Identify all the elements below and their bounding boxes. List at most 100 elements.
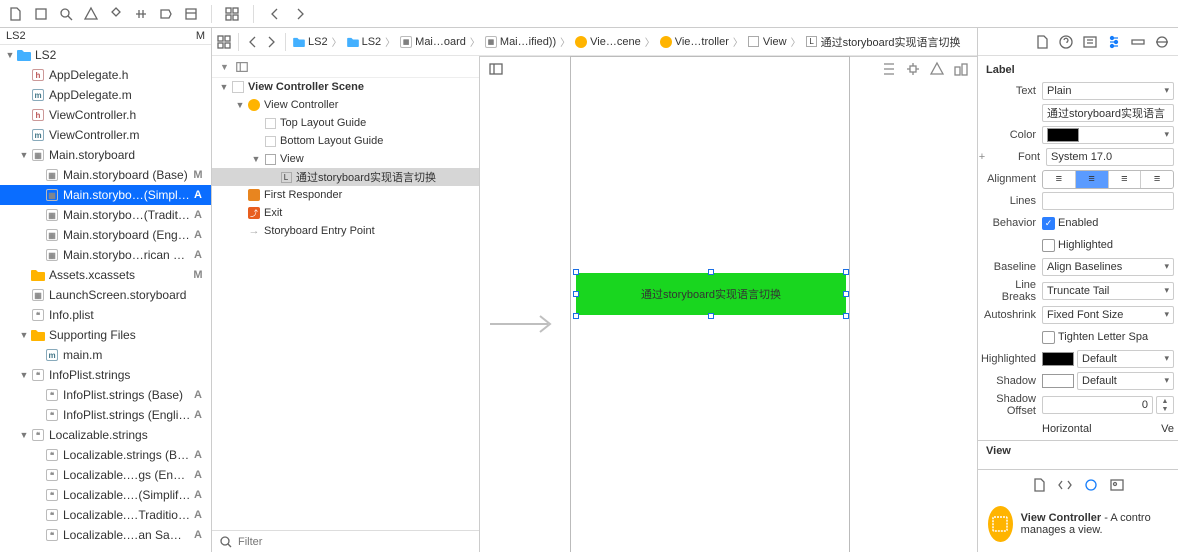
text-content-field[interactable]: 通过storyboard实现语言	[1042, 104, 1174, 122]
resize-handle[interactable]	[843, 313, 849, 319]
nav-item[interactable]: ❝Localizable.…Traditional))A	[0, 505, 211, 525]
nav-issue-icon[interactable]	[83, 6, 99, 22]
outline-item[interactable]: ▼View Controller	[212, 96, 479, 114]
baseline-dropdown[interactable]: Align Baselines	[1042, 258, 1174, 276]
align-icon[interactable]	[881, 61, 897, 77]
nav-report-icon[interactable]	[183, 6, 199, 22]
font-field[interactable]: System 17.0	[1046, 148, 1174, 166]
nav-files-icon[interactable]	[8, 6, 24, 22]
enabled-checkbox[interactable]: ✓	[1042, 217, 1055, 230]
color-dropdown[interactable]	[1042, 126, 1174, 144]
outline-item[interactable]: Top Layout Guide	[212, 114, 479, 132]
related-icon[interactable]	[216, 34, 232, 50]
shadow-offset-field[interactable]: 0	[1042, 396, 1153, 414]
outline-toggle-icon[interactable]	[488, 61, 504, 77]
code-snippet-icon[interactable]	[1057, 477, 1073, 493]
nav-item[interactable]: ▼❝Localizable.strings	[0, 425, 211, 445]
object-library-icon[interactable]	[1083, 477, 1099, 493]
resize-handle[interactable]	[708, 313, 714, 319]
outline-item[interactable]: ▼View Controller Scene	[212, 78, 479, 96]
linebreaks-dropdown[interactable]: Truncate Tail	[1042, 282, 1174, 300]
help-inspector-icon[interactable]	[1058, 34, 1074, 50]
filter-input[interactable]	[238, 536, 473, 548]
breadcrumb-item[interactable]: ▦Mai…ified))	[484, 35, 556, 49]
nav-item[interactable]: ▼❝InfoPlist.strings	[0, 365, 211, 385]
nav-item[interactable]: mAppDelegate.m	[0, 85, 211, 105]
nav-symbol-icon[interactable]	[33, 6, 49, 22]
resize-handle[interactable]	[573, 269, 579, 275]
resize-handle[interactable]	[708, 269, 714, 275]
highlighted-swatch[interactable]	[1042, 352, 1074, 366]
nav-item[interactable]: ▦Main.storybo…(Simplified))A	[0, 185, 211, 205]
nav-item[interactable]: ▦Main.storyboard (Base)M	[0, 165, 211, 185]
nav-break-icon[interactable]	[158, 6, 174, 22]
shadow-offset-stepper[interactable]: ▲▼	[1156, 396, 1174, 414]
breadcrumb-item[interactable]: ▦Mai…oard	[399, 35, 466, 49]
resize-icon[interactable]	[953, 61, 969, 77]
nav-item[interactable]: ❝Localizable.…(Simplified))A	[0, 485, 211, 505]
forward-icon[interactable]	[292, 6, 308, 22]
nav-item[interactable]: ▦Main.storyboard (English)A	[0, 225, 211, 245]
nav-search-icon[interactable]	[58, 6, 74, 22]
jump-bar[interactable]: LS2〉LS2〉▦Mai…oard〉▦Mai…ified))〉Vie…cene〉…	[212, 28, 977, 56]
breadcrumb-item[interactable]: L通过storyboard实现语言切换	[805, 34, 961, 50]
breadcrumb-item[interactable]: Vie…troller	[659, 35, 729, 49]
attributes-inspector-icon[interactable]	[1106, 34, 1122, 50]
nav-item[interactable]: Assets.xcassetsM	[0, 265, 211, 285]
connections-inspector-icon[interactable]	[1154, 34, 1170, 50]
outline-item[interactable]: L通过storyboard实现语言切换	[212, 168, 479, 186]
resize-handle[interactable]	[573, 313, 579, 319]
nav-item[interactable]: ❝InfoPlist.strings (Base)A	[0, 385, 211, 405]
nav-item[interactable]: mViewController.m	[0, 125, 211, 145]
nav-item[interactable]: hAppDelegate.h	[0, 65, 211, 85]
outline-filter[interactable]	[212, 530, 479, 552]
nav-test-icon[interactable]	[108, 6, 124, 22]
outline-item[interactable]: ⤴Exit	[212, 204, 479, 222]
outline-item[interactable]: ▼View	[212, 150, 479, 168]
back-icon[interactable]	[267, 6, 283, 22]
forward-icon[interactable]	[263, 34, 279, 50]
highlighted-checkbox[interactable]	[1042, 239, 1055, 252]
nav-item[interactable]: ▼Supporting Files	[0, 325, 211, 345]
outline-item[interactable]: Bottom Layout Guide	[212, 132, 479, 150]
file-template-icon[interactable]	[1031, 477, 1047, 493]
breadcrumb-item[interactable]: View	[747, 35, 787, 49]
resize-handle[interactable]	[573, 291, 579, 297]
back-icon[interactable]	[245, 34, 261, 50]
highlighted-dropdown[interactable]: Default	[1077, 350, 1174, 368]
tighten-checkbox[interactable]	[1042, 331, 1055, 344]
nav-item[interactable]: mmain.m	[0, 345, 211, 365]
nav-item[interactable]: ▦Main.storybo…(Traditional))A	[0, 205, 211, 225]
nav-debug-icon[interactable]	[133, 6, 149, 22]
breadcrumb-item[interactable]: LS2	[292, 35, 328, 49]
interface-builder-canvas[interactable]: 通过storyboard实现语言切换 w Any h Any	[480, 56, 977, 552]
shadow-swatch[interactable]	[1042, 374, 1074, 388]
shadow-dropdown[interactable]: Default	[1077, 372, 1174, 390]
nav-item[interactable]: ▼LS2	[0, 45, 211, 65]
nav-item[interactable]: ❝Localizable.…gs (English)A	[0, 465, 211, 485]
nav-item[interactable]: ❝Localizable.…an Samoa))A	[0, 525, 211, 545]
nav-item[interactable]: ❝Info.plist	[0, 305, 211, 325]
resize-handle[interactable]	[843, 291, 849, 297]
text-type-dropdown[interactable]: Plain	[1042, 82, 1174, 100]
related-items-icon[interactable]	[224, 6, 240, 22]
lines-field[interactable]	[1042, 192, 1174, 210]
breadcrumb-item[interactable]: Vie…cene	[574, 35, 641, 49]
nav-item[interactable]: hViewController.h	[0, 105, 211, 125]
identity-inspector-icon[interactable]	[1082, 34, 1098, 50]
autoshrink-dropdown[interactable]: Fixed Font Size	[1042, 306, 1174, 324]
alignment-segmented[interactable]: ≡≡≡≡	[1042, 170, 1174, 189]
breadcrumb-item[interactable]: LS2	[346, 35, 382, 49]
file-inspector-icon[interactable]	[1034, 34, 1050, 50]
inspector-tabs[interactable]	[978, 28, 1178, 56]
label-element[interactable]: 通过storyboard实现语言切换	[576, 273, 846, 315]
pin-icon[interactable]	[905, 61, 921, 77]
library-item[interactable]: View Controller - A contro manages a vie…	[982, 500, 1174, 548]
view-controller-canvas[interactable]: 通过storyboard实现语言切换	[570, 56, 850, 552]
nav-item[interactable]: ❝InfoPlist.strings (English)A	[0, 405, 211, 425]
outline-item[interactable]: First Responder	[212, 186, 479, 204]
nav-item[interactable]: ▦Main.storybo…rican Samoa))A	[0, 245, 211, 265]
nav-item[interactable]: ❝Localizable.strings (Base)A	[0, 445, 211, 465]
nav-item[interactable]: ▦LaunchScreen.storyboard	[0, 285, 211, 305]
resolve-icon[interactable]	[929, 61, 945, 77]
